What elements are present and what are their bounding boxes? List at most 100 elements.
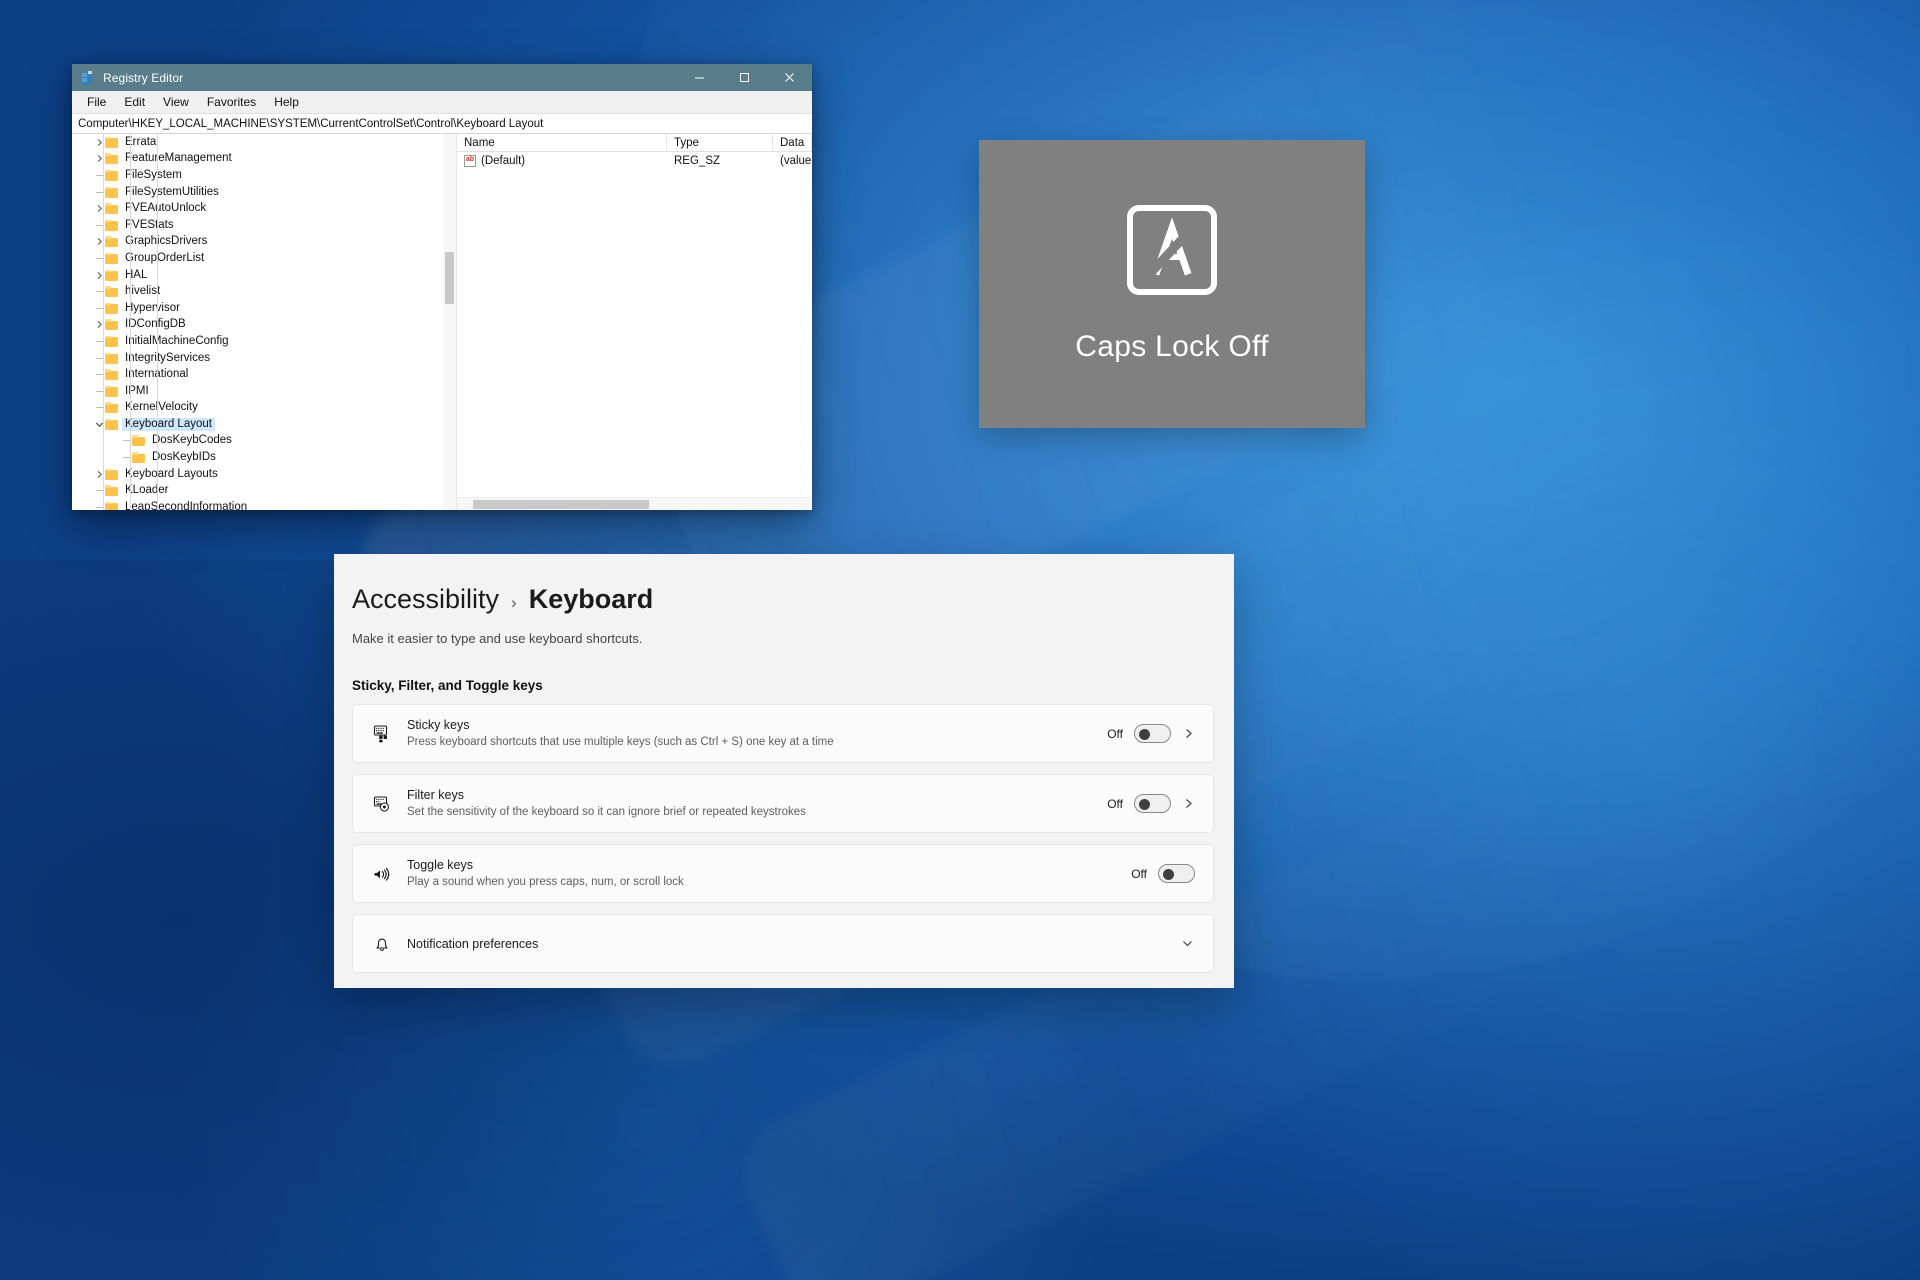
folder-icon	[105, 153, 118, 165]
value-data-cell: (value n	[780, 155, 812, 167]
breadcrumb: Accessibility › Keyboard	[352, 584, 1214, 615]
menu-edit[interactable]: Edit	[115, 92, 154, 112]
tree-scrollbar-thumb[interactable]	[445, 252, 454, 304]
toggle-state-label: Off	[1131, 866, 1147, 881]
registry-value-pane[interactable]: Name Type Data ab (Default) REG_SZ (value n	[457, 134, 812, 510]
minimize-icon[interactable]	[677, 64, 722, 91]
tree-item-label: IPMI	[125, 384, 149, 397]
tree-item-label: Keyboard Layout	[122, 417, 215, 431]
string-value-icon: ab	[464, 155, 476, 167]
setting-text: Toggle keys Play a sound when you press …	[407, 857, 1131, 890]
tree-item-label: IntegrityServices	[125, 351, 211, 364]
folder-icon	[105, 186, 118, 198]
value-list-rows: ab (Default) REG_SZ (value n	[457, 152, 812, 510]
registry-icon	[82, 71, 95, 85]
registry-tree-pane[interactable]: Errata FeatureManagement FileSystem FileSys…	[72, 134, 457, 510]
setting-controls: Off	[1131, 864, 1195, 883]
value-name-cell: ab (Default)	[457, 155, 667, 167]
registry-path: Computer\HKEY_LOCAL_MACHINE\SYSTEM\Curre…	[78, 117, 544, 130]
tree-item-label: Keyboard Layouts	[125, 467, 218, 480]
toggle-knob	[1139, 729, 1150, 740]
tree-guide-line	[130, 134, 131, 510]
breadcrumb-parent[interactable]: Accessibility	[352, 584, 499, 615]
value-name-text: (Default)	[481, 155, 526, 167]
folder-icon	[105, 236, 118, 248]
filter-keys-toggle[interactable]	[1134, 794, 1171, 813]
folder-icon	[105, 252, 118, 264]
folder-icon	[105, 302, 118, 314]
setting-description: Set the sensitivity of the keyboard so i…	[407, 806, 806, 818]
folder-icon	[105, 418, 118, 430]
setting-row-toggle-keys[interactable]: Toggle keys Play a sound when you press …	[352, 844, 1214, 903]
section-title: Sticky, Filter, and Toggle keys	[352, 678, 543, 693]
registry-editor-titlebar[interactable]: Registry Editor	[72, 64, 812, 91]
chevron-right-icon[interactable]	[1182, 727, 1195, 740]
folder-icon	[105, 319, 118, 331]
registry-address-bar[interactable]: Computer\HKEY_LOCAL_MACHINE\SYSTEM\Curre…	[72, 114, 812, 134]
tree-item-label: GraphicsDrivers	[125, 235, 208, 248]
close-icon[interactable]	[767, 64, 812, 91]
tree-item-label: FVEAutoUnlock	[125, 202, 207, 215]
caps-lock-icon	[1126, 204, 1218, 296]
toggle-state-label: Off	[1107, 796, 1123, 811]
folder-icon	[105, 219, 118, 231]
setting-row-sticky-keys[interactable]: Sticky keys Press keyboard shortcuts tha…	[352, 704, 1214, 763]
tree-item-label: DosKeybCodes	[152, 434, 232, 447]
folder-icon	[105, 335, 118, 347]
folder-icon	[105, 286, 118, 298]
setting-row-notification-preferences[interactable]: Notification preferences	[352, 914, 1214, 973]
menu-file[interactable]: File	[78, 92, 115, 112]
tree-item-label: LeapSecondInformation	[125, 500, 248, 510]
tree-item-label: FeatureManagement	[125, 152, 232, 165]
menu-view[interactable]: View	[154, 92, 198, 112]
settings-panel: Accessibility › Keyboard Make it easier …	[334, 554, 1234, 988]
toggle-knob	[1139, 799, 1150, 810]
toggle-keys-toggle[interactable]	[1158, 864, 1195, 883]
toggle-state-label: Off	[1107, 726, 1123, 741]
tree-item-label: DosKeybIDs	[152, 451, 216, 464]
column-header-name[interactable]: Name	[457, 134, 667, 151]
registry-editor-menubar: File Edit View Favorites Help	[72, 91, 812, 114]
value-list-header: Name Type Data	[457, 134, 812, 152]
folder-icon	[105, 203, 118, 215]
tree-item-label: FileSystemUtilities	[125, 185, 219, 198]
folder-icon	[132, 435, 145, 447]
caps-lock-label: Caps Lock Off	[1075, 330, 1269, 363]
setting-text: Sticky keys Press keyboard shortcuts tha…	[407, 717, 1107, 750]
value-type-cell: REG_SZ	[674, 155, 721, 167]
chevron-right-icon[interactable]	[1182, 797, 1195, 810]
tree-guide-line	[157, 134, 158, 510]
setting-title: Notification preferences	[407, 936, 539, 951]
setting-description: Play a sound when you press caps, num, o…	[407, 876, 684, 888]
tree-item-label: Hypervisor	[125, 301, 180, 314]
folder-icon	[105, 485, 118, 497]
setting-title: Sticky keys	[407, 718, 470, 732]
folder-icon	[105, 385, 118, 397]
breadcrumb-separator-icon: ›	[511, 593, 517, 612]
tree-item-label: HAL	[125, 268, 148, 281]
table-row[interactable]: ab (Default) REG_SZ (value n	[457, 152, 812, 170]
page-title: Keyboard	[528, 584, 654, 614]
sticky-keys-icon	[369, 724, 395, 744]
menu-favorites[interactable]: Favorites	[198, 92, 265, 112]
caps-lock-overlay: Caps Lock Off	[979, 140, 1365, 428]
setting-controls: Off	[1107, 794, 1195, 813]
tree-scrollbar[interactable]	[443, 134, 456, 510]
setting-row-filter-keys[interactable]: Filter keys Set the sensitivity of the k…	[352, 774, 1214, 833]
column-header-type[interactable]: Type	[667, 134, 773, 151]
maximize-icon[interactable]	[722, 64, 767, 91]
toggle-keys-icon	[369, 864, 395, 884]
value-list-hscrollbar-thumb[interactable]	[473, 500, 649, 509]
folder-icon	[105, 169, 118, 181]
value-list-hscrollbar[interactable]	[457, 497, 812, 510]
chevron-down-icon[interactable]	[1180, 936, 1195, 951]
tree-item-label: IDConfigDB	[125, 318, 186, 331]
sticky-keys-toggle[interactable]	[1134, 724, 1171, 743]
column-header-data[interactable]: Data	[773, 134, 812, 151]
folder-icon	[105, 369, 118, 381]
folder-icon	[105, 352, 118, 364]
folder-icon	[105, 501, 118, 510]
menu-help[interactable]: Help	[265, 92, 308, 112]
folder-icon	[105, 136, 118, 148]
folder-icon	[105, 402, 118, 414]
